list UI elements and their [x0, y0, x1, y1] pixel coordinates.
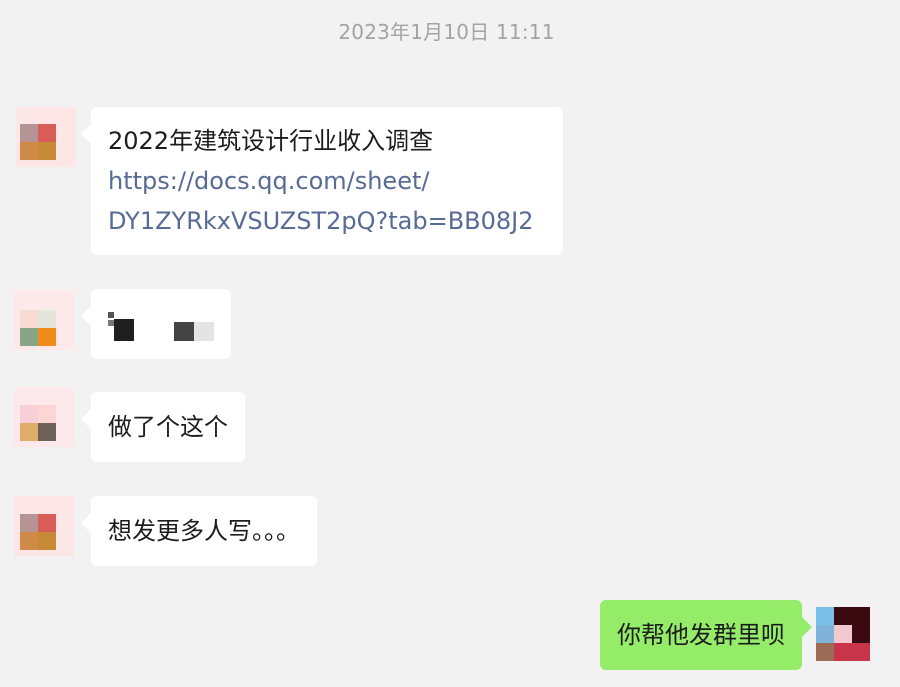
message-bubble[interactable]: 想发更多人写。。。 — [81, 496, 317, 566]
sender-avatar[interactable] — [14, 387, 74, 447]
message-bubble[interactable]: 做了个这个 — [81, 392, 245, 462]
message-bubble-self[interactable]: 你帮他发群里呗 — [600, 600, 812, 670]
sender-avatar[interactable] — [16, 107, 76, 167]
message-text: 你帮他发群里呗 — [617, 621, 785, 649]
sender-avatar[interactable] — [14, 496, 74, 556]
self-avatar[interactable] — [816, 607, 876, 667]
shared-doc-link-line1[interactable]: https://docs.qq.com/sheet/ — [108, 161, 546, 201]
message-bubble-shared-link[interactable]: 2022年建筑设计行业收入调查 https://docs.qq.com/shee… — [81, 107, 563, 255]
sender-avatar[interactable] — [14, 290, 74, 350]
message-bubble-redacted[interactable] — [81, 289, 231, 359]
chat-timestamp: 2023年1月10日 11:11 — [338, 20, 555, 44]
shared-doc-title: 2022年建筑设计行业收入调查 — [108, 127, 434, 155]
message-text: 想发更多人写。。。 — [108, 517, 300, 545]
message-text: 做了个这个 — [108, 413, 228, 441]
shared-doc-link-line2[interactable]: DY1ZYRkxVSUZST2pQ?tab=BB08J2 — [108, 201, 546, 241]
